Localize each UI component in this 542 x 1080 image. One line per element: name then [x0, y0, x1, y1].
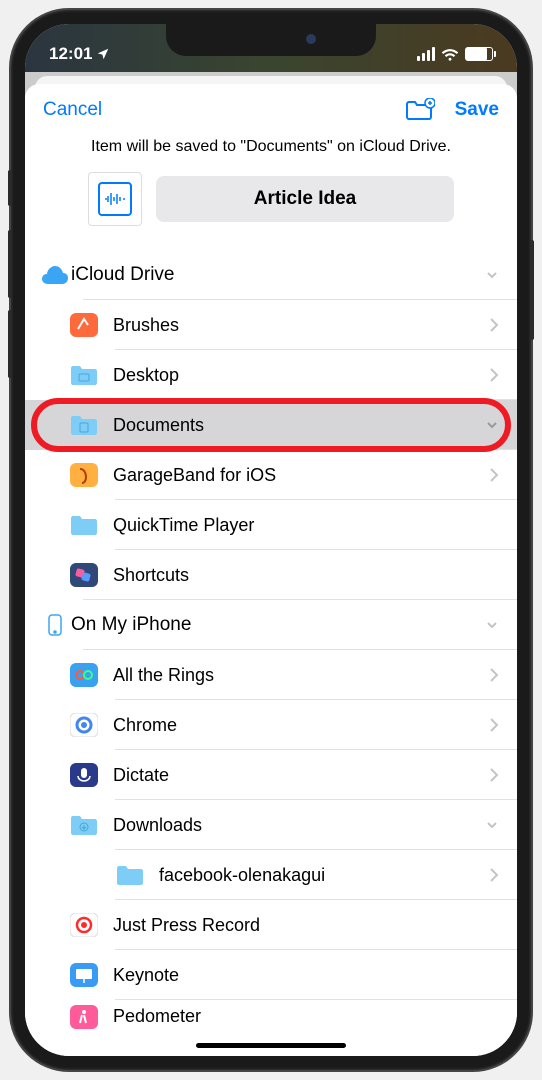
dictate-app-icon [67, 763, 101, 787]
folder-label: Shortcuts [113, 551, 499, 600]
chevron-down-icon [485, 618, 499, 632]
cloud-icon [39, 266, 71, 284]
notch [166, 24, 376, 56]
item-name-input[interactable] [156, 176, 454, 222]
folder-icon [67, 513, 101, 537]
item-thumbnail [88, 172, 142, 226]
folder-desktop[interactable]: Desktop [25, 350, 517, 400]
cellular-signal-icon [417, 47, 435, 61]
side-button [530, 240, 534, 340]
folder-label: Desktop [113, 351, 489, 400]
chevron-right-icon [489, 467, 499, 483]
nav-bar: Cancel Save [25, 84, 517, 136]
folder-chrome[interactable]: Chrome [25, 700, 517, 750]
chevron-right-icon [489, 317, 499, 333]
status-time: 12:01 [49, 44, 92, 64]
audio-waveform-icon [98, 182, 132, 216]
brushes-app-icon [67, 313, 101, 337]
battery-icon [465, 47, 493, 61]
chevron-right-icon [489, 667, 499, 683]
phone-frame: 12:01 Cancel [11, 10, 531, 1070]
folder-label: Dictate [113, 751, 489, 800]
chevron-down-icon [485, 418, 499, 432]
folder-label: Downloads [113, 801, 485, 850]
folder-label: Just Press Record [113, 901, 499, 950]
folder-keynote[interactable]: Keynote [25, 950, 517, 1000]
folder-label: facebook-olenakagui [159, 851, 489, 900]
location-label: iCloud Drive [71, 250, 485, 300]
folder-dictate[interactable]: Dictate [25, 750, 517, 800]
location-icloud-drive[interactable]: iCloud Drive [25, 250, 517, 300]
item-preview [25, 172, 517, 250]
wifi-icon [441, 47, 459, 61]
screen: 12:01 Cancel [25, 24, 517, 1056]
folder-facebook-export[interactable]: facebook-olenakagui [25, 850, 517, 900]
folder-label: QuickTime Player [113, 501, 499, 550]
folder-label: Documents [113, 401, 485, 450]
folder-garageband[interactable]: GarageBand for iOS [25, 450, 517, 500]
folder-quicktime[interactable]: QuickTime Player [25, 500, 517, 550]
pedometer-app-icon [67, 1005, 101, 1029]
folder-label: Keynote [113, 951, 499, 1000]
save-sheet: Cancel Save Item will be saved to "Docum… [25, 84, 517, 1056]
save-destination-text: Item will be saved to "Documents" on iCl… [25, 136, 517, 172]
folder-icon [67, 813, 101, 837]
location-arrow-icon [96, 47, 110, 61]
folder-label: All the Rings [113, 651, 489, 700]
folder-list[interactable]: iCloud Drive Brushes [25, 250, 517, 1056]
location-label: On My iPhone [71, 600, 485, 650]
mute-switch [8, 170, 12, 206]
chevron-right-icon [489, 867, 499, 883]
volume-up-button [8, 230, 12, 298]
folder-brushes[interactable]: Brushes [25, 300, 517, 350]
folder-documents[interactable]: Documents [25, 400, 517, 450]
rings-app-icon [67, 663, 101, 687]
volume-down-button [8, 310, 12, 378]
folder-all-the-rings[interactable]: All the Rings [25, 650, 517, 700]
shortcuts-app-icon [67, 563, 101, 587]
home-indicator[interactable] [196, 1043, 346, 1048]
folder-icon [67, 413, 101, 437]
folder-label: GarageBand for iOS [113, 451, 489, 500]
garageband-app-icon [67, 463, 101, 487]
folder-label: Pedometer [113, 1000, 499, 1033]
record-app-icon [67, 913, 101, 937]
chevron-down-icon [485, 268, 499, 282]
keynote-app-icon [67, 963, 101, 987]
folder-shortcuts[interactable]: Shortcuts [25, 550, 517, 600]
location-on-my-iphone[interactable]: On My iPhone [25, 600, 517, 650]
folder-just-press-record[interactable]: Just Press Record [25, 900, 517, 950]
folder-icon [113, 863, 147, 887]
folder-label: Chrome [113, 701, 489, 750]
chevron-right-icon [489, 767, 499, 783]
chevron-down-icon [485, 818, 499, 832]
cancel-button[interactable]: Cancel [43, 99, 102, 121]
save-button[interactable]: Save [455, 99, 499, 121]
iphone-icon [39, 614, 71, 636]
folder-label: Brushes [113, 301, 489, 350]
folder-pedometer[interactable]: Pedometer [25, 1000, 517, 1033]
folder-downloads[interactable]: Downloads [25, 800, 517, 850]
chrome-app-icon [67, 713, 101, 737]
folder-icon [67, 363, 101, 387]
chevron-right-icon [489, 367, 499, 383]
chevron-right-icon [489, 717, 499, 733]
new-folder-icon[interactable] [405, 98, 435, 122]
